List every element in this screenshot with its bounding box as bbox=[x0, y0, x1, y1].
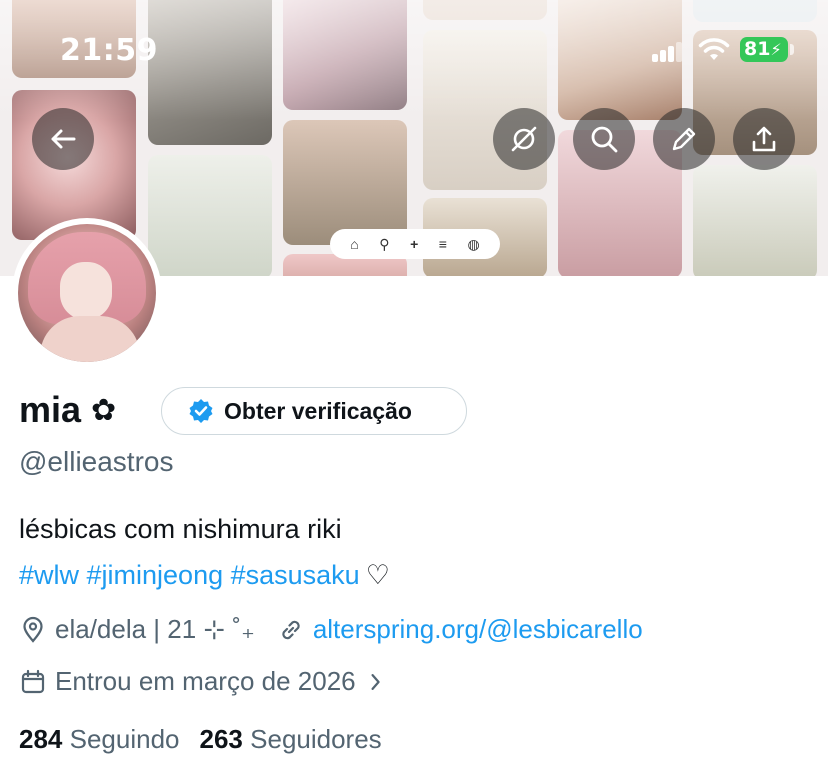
share-icon bbox=[752, 126, 776, 152]
location-pin-icon bbox=[23, 616, 43, 643]
profile-icon: ◍ bbox=[467, 235, 480, 252]
home-icon: ⌂ bbox=[350, 236, 359, 252]
tile-meadow bbox=[283, 120, 407, 245]
chevron-right-icon bbox=[371, 673, 380, 690]
incognito-button[interactable] bbox=[493, 108, 555, 170]
get-verified-button[interactable]: Obter verificação bbox=[161, 387, 467, 435]
heart-icon: ♡ bbox=[365, 560, 390, 590]
followers-stat[interactable]: 263 Seguidores bbox=[200, 724, 382, 755]
following-stat[interactable]: 284 Seguindo bbox=[19, 724, 180, 755]
avatar[interactable] bbox=[12, 218, 162, 368]
eye-slash-icon bbox=[511, 126, 537, 152]
menu-icon: ≡ bbox=[438, 236, 447, 252]
search-icon: ⚲ bbox=[379, 235, 390, 252]
display-name: mia bbox=[19, 389, 82, 430]
wifi-icon bbox=[698, 38, 730, 60]
get-verified-label: Obter verificação bbox=[224, 397, 412, 424]
flower-icon: ✿ bbox=[91, 393, 117, 427]
profile-handle: @ellieastros bbox=[19, 446, 174, 477]
bio-hashtags[interactable]: #wlw #jiminjeong #sasusaku bbox=[19, 560, 360, 590]
verified-badge-icon bbox=[189, 399, 213, 423]
avatar-photo bbox=[18, 224, 156, 362]
back-button[interactable] bbox=[32, 108, 94, 170]
follow-stats: 284 Seguindo 263 Seguidores bbox=[19, 724, 382, 755]
battery-indicator: 81⚡ bbox=[740, 37, 788, 62]
status-time: 21:59 bbox=[60, 33, 158, 68]
following-count: 284 bbox=[19, 724, 63, 754]
location-text: ela/dela | 21 ⊹ ˚₊ bbox=[55, 614, 255, 644]
back-arrow-icon bbox=[51, 129, 76, 149]
website-link[interactable]: alterspring.org/@lesbicarello bbox=[313, 614, 643, 645]
bio-hashtags-row: #wlw #jiminjeong #sasusaku ♡ bbox=[19, 560, 390, 591]
profile-name: mia ✿ bbox=[19, 389, 116, 431]
following-label: Seguindo bbox=[69, 724, 180, 754]
tile-jar bbox=[693, 165, 817, 276]
search-icon bbox=[591, 126, 618, 153]
pencil-icon bbox=[672, 127, 696, 151]
calendar-icon bbox=[21, 669, 45, 693]
cellular-signal-icon bbox=[652, 40, 684, 62]
tile-moth bbox=[148, 155, 272, 276]
location-row: ela/dela | 21 ⊹ ˚₊ alterspring.org/@lesb… bbox=[19, 614, 643, 645]
joined-text: Entrou em março de 2026 bbox=[55, 666, 356, 696]
followers-count: 263 bbox=[199, 724, 243, 754]
collage-nav-bar: ⌂ ⚲ + ≡ ◍ bbox=[330, 229, 500, 259]
link-icon bbox=[282, 620, 300, 639]
share-button[interactable] bbox=[733, 108, 795, 170]
charging-bolt-icon: ⚡ bbox=[770, 40, 782, 59]
plus-icon: + bbox=[410, 236, 419, 252]
face-shape bbox=[60, 262, 112, 320]
profile-bio: lésbicas com nishimura riki bbox=[19, 514, 342, 544]
joined-row[interactable]: Entrou em março de 2026 bbox=[19, 666, 396, 697]
followers-label: Seguidores bbox=[250, 724, 382, 754]
battery-level: 81 bbox=[744, 38, 771, 60]
battery-cap bbox=[790, 44, 794, 55]
edit-button[interactable] bbox=[653, 108, 715, 170]
search-button[interactable] bbox=[573, 108, 635, 170]
